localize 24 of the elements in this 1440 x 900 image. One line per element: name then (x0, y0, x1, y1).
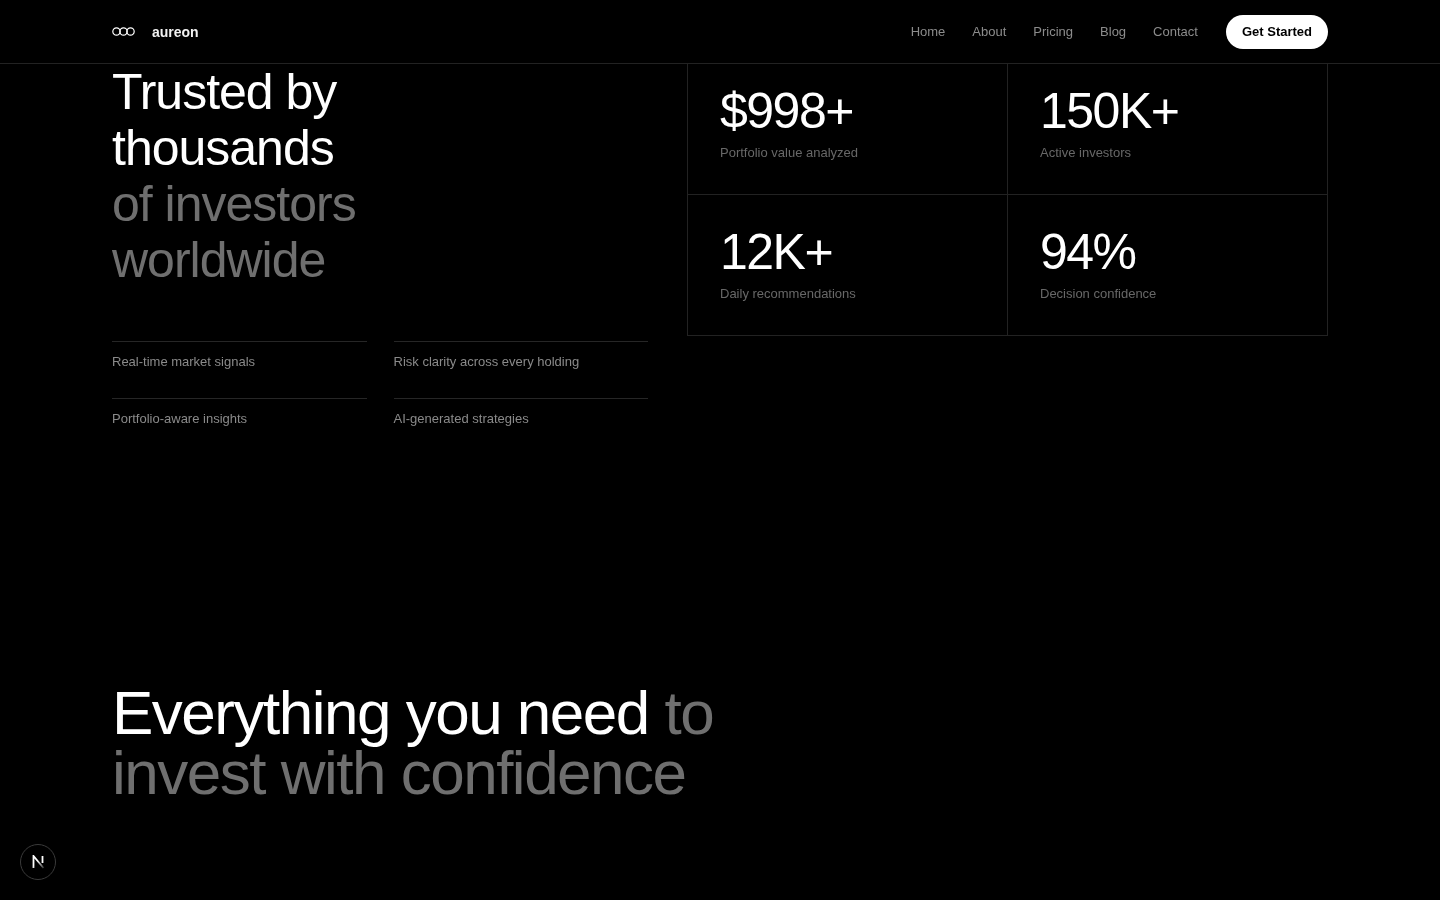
nav-link[interactable]: About (972, 24, 1007, 39)
nav-link[interactable]: Pricing (1033, 24, 1074, 39)
stat-label: Decision confidence (1040, 285, 1157, 303)
feature-item: Risk clarity across every holding (393, 341, 648, 398)
feature-item: AI-generated strategies (393, 398, 648, 455)
stat-label: Portfolio value analyzed (720, 144, 859, 162)
stat-label: Active investors (1040, 144, 1132, 162)
get-started-button[interactable]: Get Started (1225, 14, 1328, 49)
feature-item: Real-time market signals (112, 341, 367, 398)
stat-value: $998+ (720, 86, 853, 136)
brand-name[interactable]: aureon (152, 23, 199, 40)
stat-label: Daily recommendations (720, 285, 856, 303)
nav-link[interactable]: Home (910, 24, 946, 39)
nav-link[interactable]: Contact (1153, 24, 1198, 39)
three-rings-logo-icon (112, 27, 135, 36)
stat-value: 94% (1040, 227, 1136, 277)
stat-value: 150K+ (1040, 86, 1179, 136)
nav-link[interactable]: Blog (1100, 24, 1127, 39)
round-logo-button[interactable] (20, 844, 56, 880)
stat-value: 12K+ (720, 227, 833, 277)
feature-item: Portfolio-aware insights (112, 398, 367, 455)
section-heading: Trusted by thousands of investors worldwide (112, 64, 357, 288)
section-heading: Everything you need to invest with confidence (112, 683, 715, 803)
n-logo-icon (31, 855, 45, 869)
